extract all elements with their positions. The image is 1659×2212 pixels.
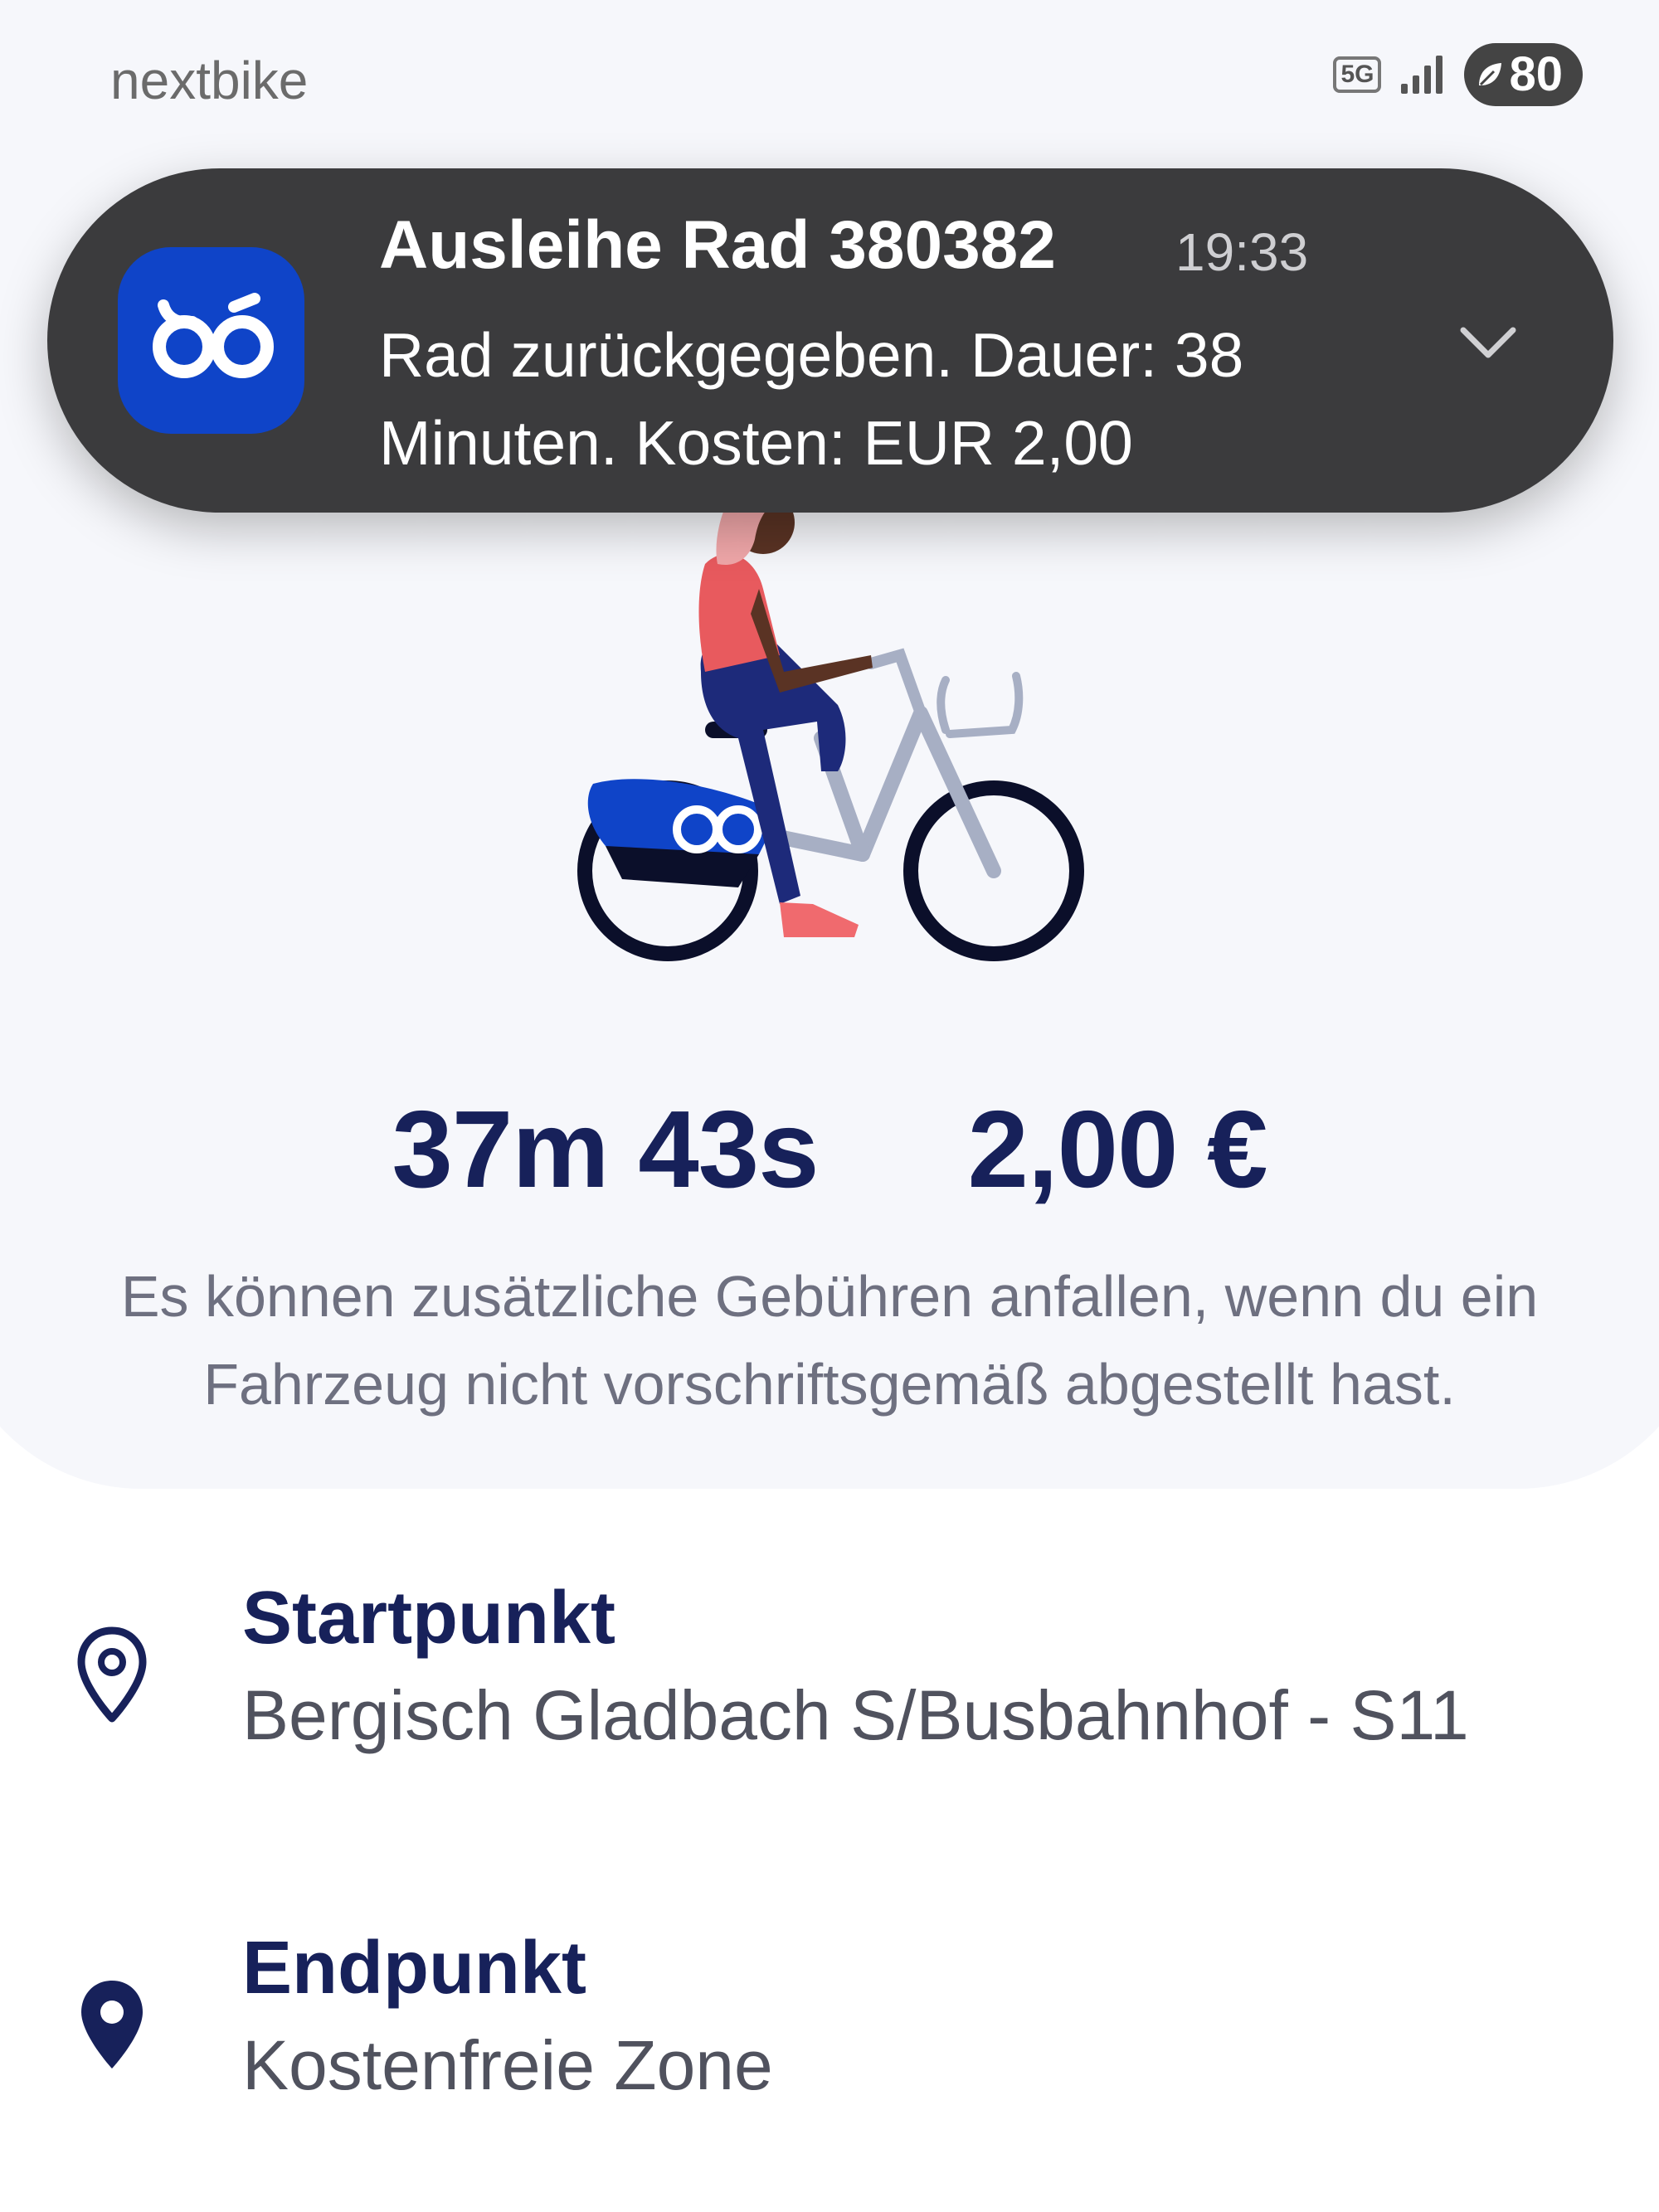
chevron-down-icon[interactable] — [1455, 318, 1521, 367]
ride-duration: 37m 43s — [392, 1088, 819, 1210]
fee-note: Es können zusätzliche Gebühren anfallen,… — [120, 1264, 1539, 1417]
start-value: Bergisch Gladbach S/Busbahnhof - S11 — [242, 1676, 1469, 1754]
app-name: nextbike — [110, 51, 309, 110]
signal-icon — [1401, 56, 1443, 94]
start-location-row: Startpunkt Bergisch Gladbach S/Busbahnho… — [0, 1576, 1659, 1767]
status-bar: nextbike 5G 80 — [0, 0, 1659, 166]
end-location-row: Endpunkt Kostenfreie Zone — [0, 1926, 1659, 2117]
battery-level: 80 — [1509, 47, 1563, 101]
pin-filled-icon — [81, 1981, 143, 2069]
ride-stats: 37m 43s 2,00 € — [0, 1087, 1659, 1212]
notification-body: Rad zurückgegeben. Dauer: 38 Minuten. Ko… — [379, 320, 1244, 478]
battery-icon: 80 — [1464, 43, 1583, 106]
nextbike-logo-icon — [118, 247, 304, 434]
pin-outline-icon — [77, 1626, 147, 1723]
end-title: Endpunkt — [242, 1927, 586, 2010]
start-title: Startpunkt — [242, 1577, 615, 1660]
end-value: Kostenfreie Zone — [242, 2026, 773, 2104]
status-icons: 5G 80 — [1333, 43, 1583, 106]
notification-time: 19:33 — [1175, 222, 1309, 282]
leaf-icon — [1479, 63, 1502, 86]
5g-icon: 5G — [1333, 56, 1382, 93]
ride-cost: 2,00 € — [967, 1088, 1268, 1210]
notification-title: Ausleihe Rad 380382 — [379, 207, 1056, 283]
notification-banner[interactable]: Ausleihe Rad 380382 19:33 Rad zurückgege… — [47, 168, 1613, 513]
rider-bike-illustration — [577, 480, 1084, 961]
